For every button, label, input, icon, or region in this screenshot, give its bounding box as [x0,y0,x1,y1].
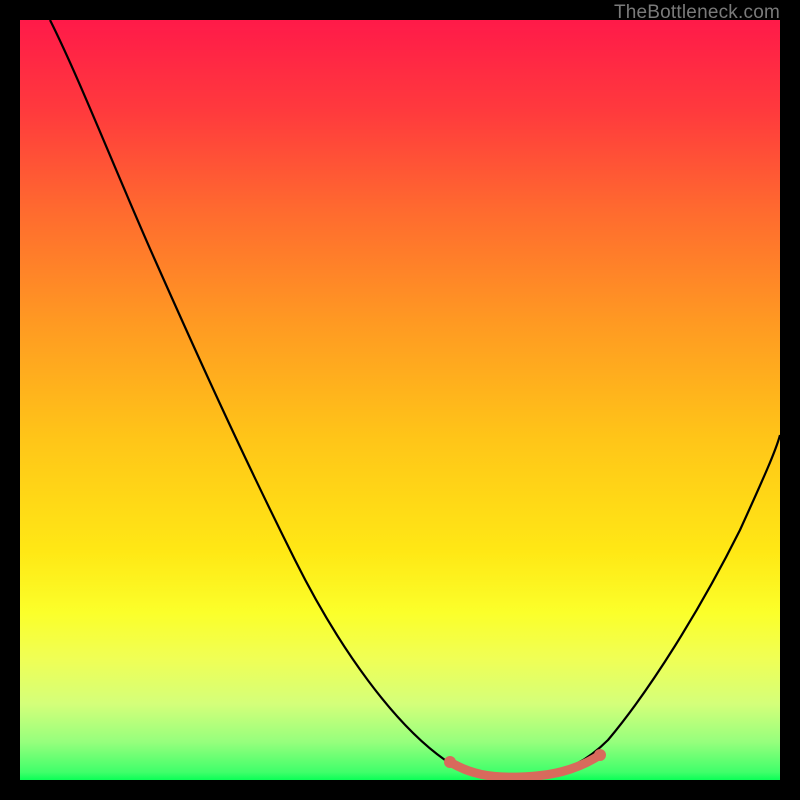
chart-frame: TheBottleneck.com [0,0,800,800]
trough-dot-left [444,756,456,768]
curve-layer [20,20,780,780]
trough-highlight [450,755,600,777]
trough-dot-right [594,749,606,761]
plot-area [20,20,780,780]
watermark-text: TheBottleneck.com [614,2,780,24]
bottleneck-curve [50,20,780,779]
